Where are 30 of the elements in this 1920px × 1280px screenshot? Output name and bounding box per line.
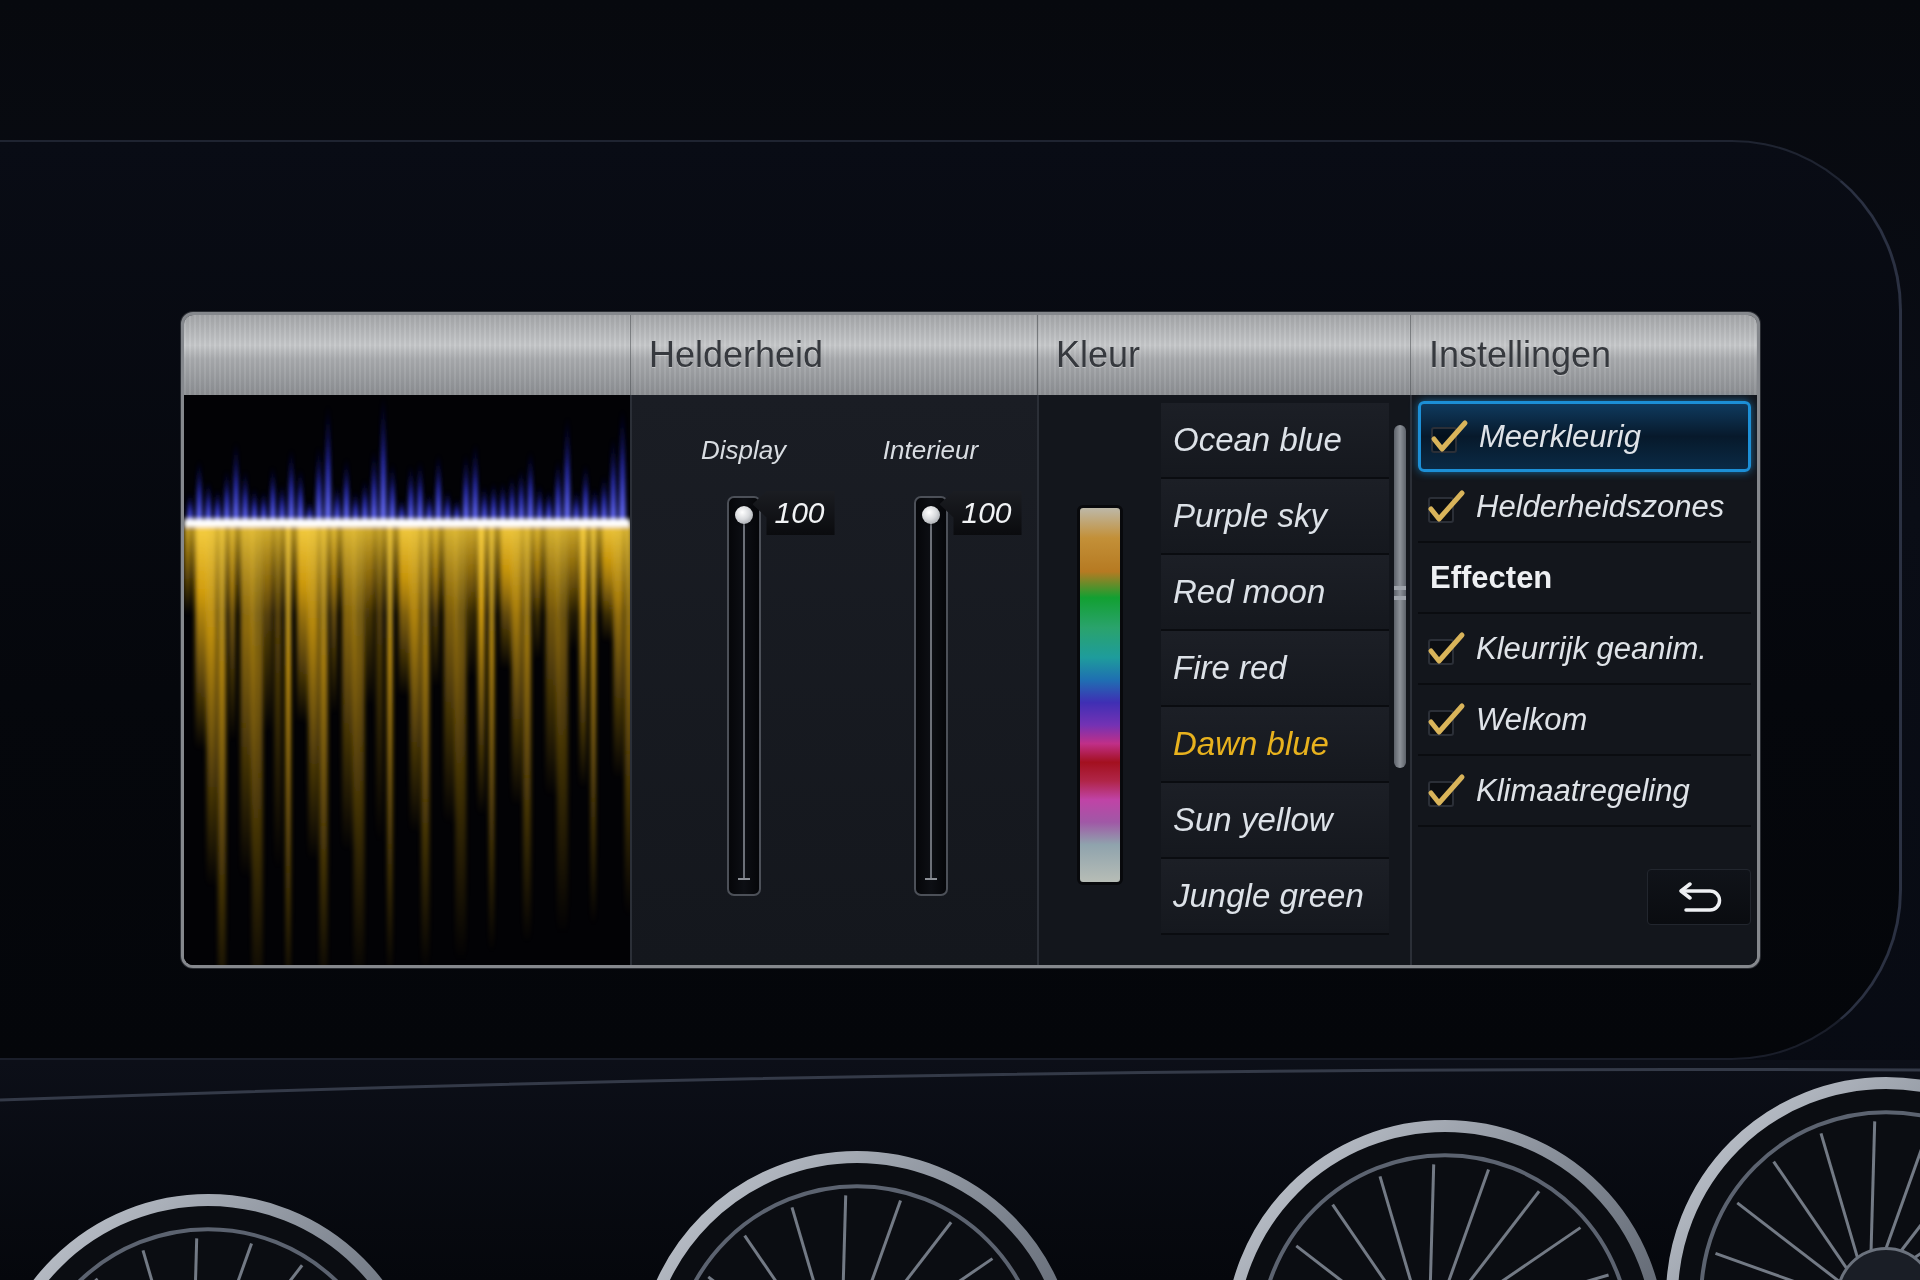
color-option[interactable]: Purple sky (1161, 479, 1389, 555)
color-option[interactable]: Ocean blue (1161, 403, 1389, 479)
checkbox[interactable] (1426, 630, 1466, 667)
back-button[interactable] (1647, 869, 1751, 925)
slider-track[interactable] (726, 496, 761, 896)
settings-item[interactable]: Meerkleurig (1418, 401, 1751, 472)
scrollbar-thumb[interactable] (1393, 425, 1406, 768)
slider-thumb[interactable] (921, 506, 940, 524)
settings-item[interactable]: Welkom (1418, 685, 1751, 756)
slider-track[interactable] (913, 496, 948, 896)
column-title: Helderheid (649, 334, 824, 376)
back-icon (1676, 882, 1722, 912)
column-title: Kleur (1056, 334, 1141, 376)
checkbox[interactable] (1426, 772, 1466, 809)
settings-item[interactable]: Helderheidszones (1418, 472, 1751, 543)
slider-label: Display (700, 435, 787, 466)
column-title: Instellingen (1429, 334, 1612, 376)
checkbox[interactable] (1426, 488, 1466, 525)
color-option[interactable]: Jungle green (1161, 859, 1389, 935)
settings-item[interactable]: Kleurrijk geanim. (1418, 614, 1751, 685)
color-option[interactable]: Fire red (1161, 631, 1389, 707)
settings-item[interactable]: Klimaatregeling (1418, 756, 1751, 827)
color-option[interactable]: Sun yellow (1161, 783, 1389, 859)
checkbox[interactable] (1426, 701, 1466, 738)
slider-thumb[interactable] (734, 506, 753, 524)
color-option[interactable]: Red moon (1161, 555, 1389, 631)
color-option[interactable]: Dawn blue (1161, 707, 1389, 783)
checkbox[interactable] (1429, 418, 1469, 455)
slider-label: Interieur (882, 435, 979, 466)
section-heading: Effecten (1418, 543, 1751, 614)
